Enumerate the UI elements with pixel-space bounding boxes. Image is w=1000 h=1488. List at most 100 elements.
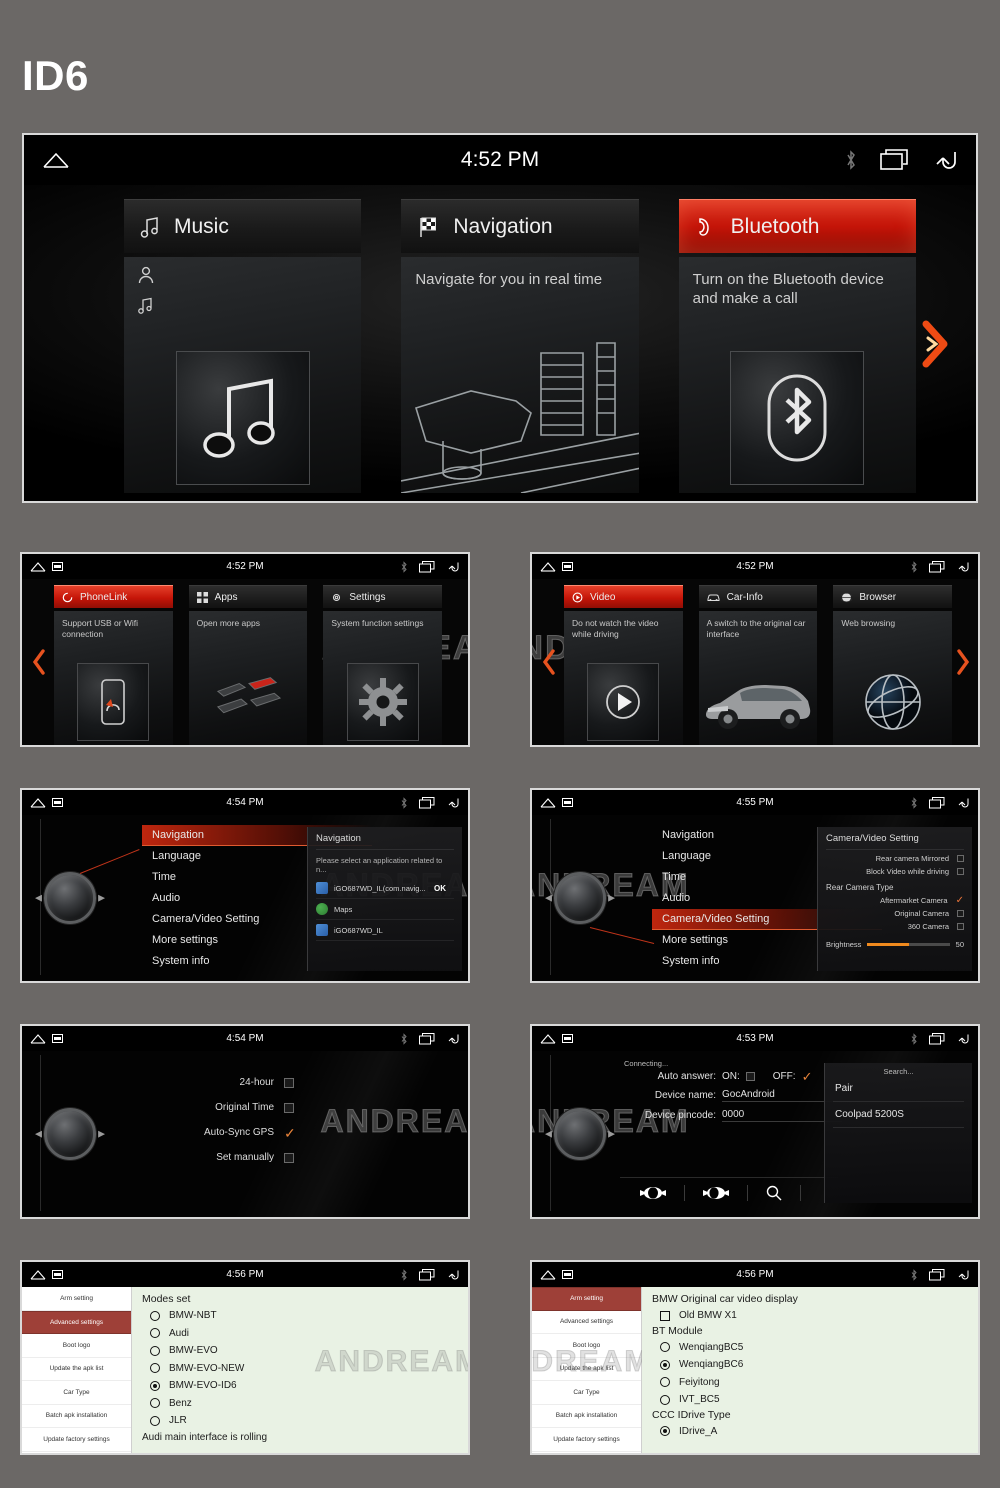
back-icon[interactable] (446, 797, 460, 809)
knob-left-icon[interactable]: ◀ (35, 893, 42, 904)
tile-browser[interactable]: Browser Web browsing (833, 585, 953, 745)
tile-browser-header[interactable]: Browser (833, 585, 953, 608)
check-mark-icon[interactable]: ✓ (956, 896, 964, 906)
screen-icon[interactable] (562, 1270, 573, 1279)
app-row-igo-full[interactable]: iGO687WD_IL(com.navig... OK (316, 878, 454, 899)
check-mark-icon[interactable]: ✓ (284, 1126, 296, 1140)
back-icon[interactable] (956, 1033, 970, 1045)
brightness-slider[interactable] (867, 943, 950, 946)
radio-option-bmw-nbt[interactable]: BMW-NBT (142, 1307, 458, 1325)
sidebar-item-arm-setting[interactable]: Arm setting (22, 1287, 131, 1311)
home-icon[interactable] (30, 561, 46, 572)
back-icon[interactable] (932, 149, 958, 171)
sidebar-item-batch-apk-installation[interactable]: Batch apk installation (532, 1405, 641, 1428)
recent-apps-icon[interactable] (929, 1268, 945, 1281)
back-icon[interactable] (446, 561, 460, 573)
radio-button[interactable] (150, 1345, 160, 1356)
app-row-maps[interactable]: Maps (316, 899, 454, 920)
checkbox[interactable] (284, 1152, 294, 1163)
screen-icon[interactable] (52, 1034, 63, 1043)
home-icon[interactable] (30, 1269, 46, 1280)
tile-carinfo-body[interactable]: A switch to the original car interface (698, 611, 818, 745)
tile-bluetooth-header[interactable]: Bluetooth (678, 199, 916, 253)
back-icon[interactable] (956, 797, 970, 809)
option-rear-camera-mirrored[interactable]: Rear camera Mirrored (826, 854, 964, 863)
checkbox-option-old-bmw-x1[interactable]: Old BMW X1 (652, 1307, 968, 1325)
tile-phonelink[interactable]: PhoneLink Support USB or Wifi connection (54, 585, 173, 745)
screen-icon[interactable] (52, 1270, 63, 1279)
checkbox[interactable] (284, 1102, 294, 1113)
screen-icon[interactable] (562, 562, 573, 571)
radio-button[interactable] (150, 1380, 160, 1391)
radio-option-benz[interactable]: Benz (142, 1395, 458, 1413)
idrive-knob[interactable]: ◀ ▶ (35, 872, 105, 924)
radio-option-bmw-evo-id6[interactable]: BMW-EVO-ID6 (142, 1377, 458, 1395)
recent-apps-icon[interactable] (929, 560, 945, 573)
sidebar-item-car-type[interactable]: Car Type (22, 1381, 131, 1405)
tile-video[interactable]: Video Do not watch the video while drivi… (564, 585, 683, 745)
checkbox[interactable] (284, 1077, 294, 1088)
tile-phonelink-header[interactable]: PhoneLink (54, 585, 173, 608)
sidebar-item-update-apk-list[interactable]: Update the apk list (532, 1358, 641, 1381)
back-icon[interactable] (956, 1269, 970, 1281)
option-auto-sync-gps[interactable]: Auto-Sync GPS ✓ (182, 1126, 296, 1140)
knob-left-icon[interactable]: ◀ (545, 893, 552, 904)
device-item[interactable]: Coolpad 5200S (833, 1102, 964, 1128)
checkbox[interactable] (957, 855, 964, 862)
tile-settings-header[interactable]: Settings (323, 585, 443, 608)
tile-navigation-body[interactable]: Navigate for you in real time (401, 257, 639, 493)
radio-option-wenqiangbc6[interactable]: WenqiangBC6 (652, 1356, 968, 1374)
recent-apps-icon[interactable] (419, 1032, 435, 1045)
sidebar-item-car-type[interactable]: Car Type (532, 1381, 641, 1405)
radio-button[interactable] (660, 1359, 670, 1370)
tile-navigation[interactable]: Navigation Navigate for you in real time (401, 199, 639, 493)
home-icon[interactable] (30, 1033, 46, 1044)
row-device-pincode[interactable]: Device pincode: 0000 (624, 1109, 842, 1122)
home-icon[interactable] (540, 1033, 556, 1044)
call-answer-icon[interactable] (639, 1186, 666, 1200)
tile-music-header[interactable]: Music (124, 199, 362, 253)
checkbox[interactable] (957, 923, 964, 930)
tile-apps-body[interactable]: Open more apps (188, 611, 308, 745)
option-set-manually[interactable]: Set manually (182, 1152, 296, 1163)
option-360-camera[interactable]: 360 Camera (826, 922, 964, 931)
tile-music[interactable]: Music (124, 199, 362, 493)
radio-button[interactable] (150, 1363, 160, 1374)
ok-button[interactable]: OK (434, 884, 446, 893)
tile-video-body[interactable]: Do not watch the video while driving (564, 611, 683, 745)
sidebar-item-batch-apk-installation[interactable]: Batch apk installation (22, 1405, 131, 1428)
checkbox[interactable] (957, 868, 964, 875)
tile-settings[interactable]: Settings System function settings (323, 585, 443, 745)
knob-right-icon[interactable]: ▶ (608, 893, 615, 904)
radio-button[interactable] (150, 1328, 160, 1339)
recent-apps-icon[interactable] (929, 796, 945, 809)
recent-apps-icon[interactable] (880, 149, 910, 171)
back-icon[interactable] (446, 1269, 460, 1281)
tile-apps[interactable]: Apps Open more apps (188, 585, 308, 745)
call-end-icon[interactable] (702, 1186, 729, 1200)
radio-option-bmw-evo[interactable]: BMW-EVO (142, 1342, 458, 1360)
option-aftermarket-camera[interactable]: Aftermarket Camera ✓ (826, 896, 964, 906)
home-icon[interactable] (540, 797, 556, 808)
sidebar-item-advanced-settings[interactable]: Advanced settings (22, 1310, 131, 1334)
screen-icon[interactable] (562, 1034, 573, 1043)
radio-button[interactable] (660, 1394, 670, 1405)
home-icon[interactable] (42, 151, 70, 169)
recent-apps-icon[interactable] (419, 1268, 435, 1281)
next-arrow-button[interactable] (954, 647, 972, 677)
tile-music-body[interactable] (124, 257, 362, 493)
tile-apps-header[interactable]: Apps (188, 585, 308, 608)
brightness-control[interactable]: Brightness 50 (826, 940, 964, 949)
tile-video-header[interactable]: Video (564, 585, 683, 608)
screen-icon[interactable] (52, 798, 63, 807)
radio-option-idrive-a[interactable]: IDrive_A (652, 1423, 968, 1441)
row-device-name[interactable]: Device name: GocAndroid (624, 1089, 842, 1102)
tile-settings-body[interactable]: System function settings (323, 611, 443, 745)
radio-button[interactable] (660, 1426, 670, 1437)
checkbox[interactable] (957, 910, 964, 917)
screen-icon[interactable] (52, 562, 63, 571)
option-block-video-while-driving[interactable]: Block Video while driving (826, 867, 964, 876)
radio-button[interactable] (150, 1398, 160, 1409)
radio-button[interactable] (660, 1342, 670, 1353)
knob-left-icon[interactable]: ◀ (35, 1129, 42, 1140)
